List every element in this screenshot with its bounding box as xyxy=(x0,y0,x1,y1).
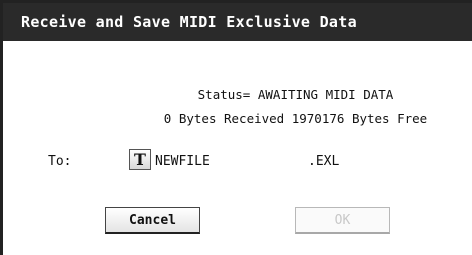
filename-field[interactable]: NEWFILE xyxy=(155,154,210,169)
bytes-info-text: 0 Bytes Received 1970176 Bytes Free xyxy=(163,111,428,126)
dialog-title: Receive and Save MIDI Exclusive Data xyxy=(3,3,472,41)
status-text: Status= AWAITING MIDI DATA xyxy=(197,87,394,102)
cancel-button[interactable]: Cancel xyxy=(105,207,200,234)
ok-button[interactable]: OK xyxy=(295,207,390,234)
receive-save-dialog: Receive and Save MIDI Exclusive Data Sta… xyxy=(0,0,472,255)
file-extension: .EXL xyxy=(308,154,340,169)
text-edit-button[interactable]: T xyxy=(129,149,151,170)
to-label: To: xyxy=(48,154,72,169)
